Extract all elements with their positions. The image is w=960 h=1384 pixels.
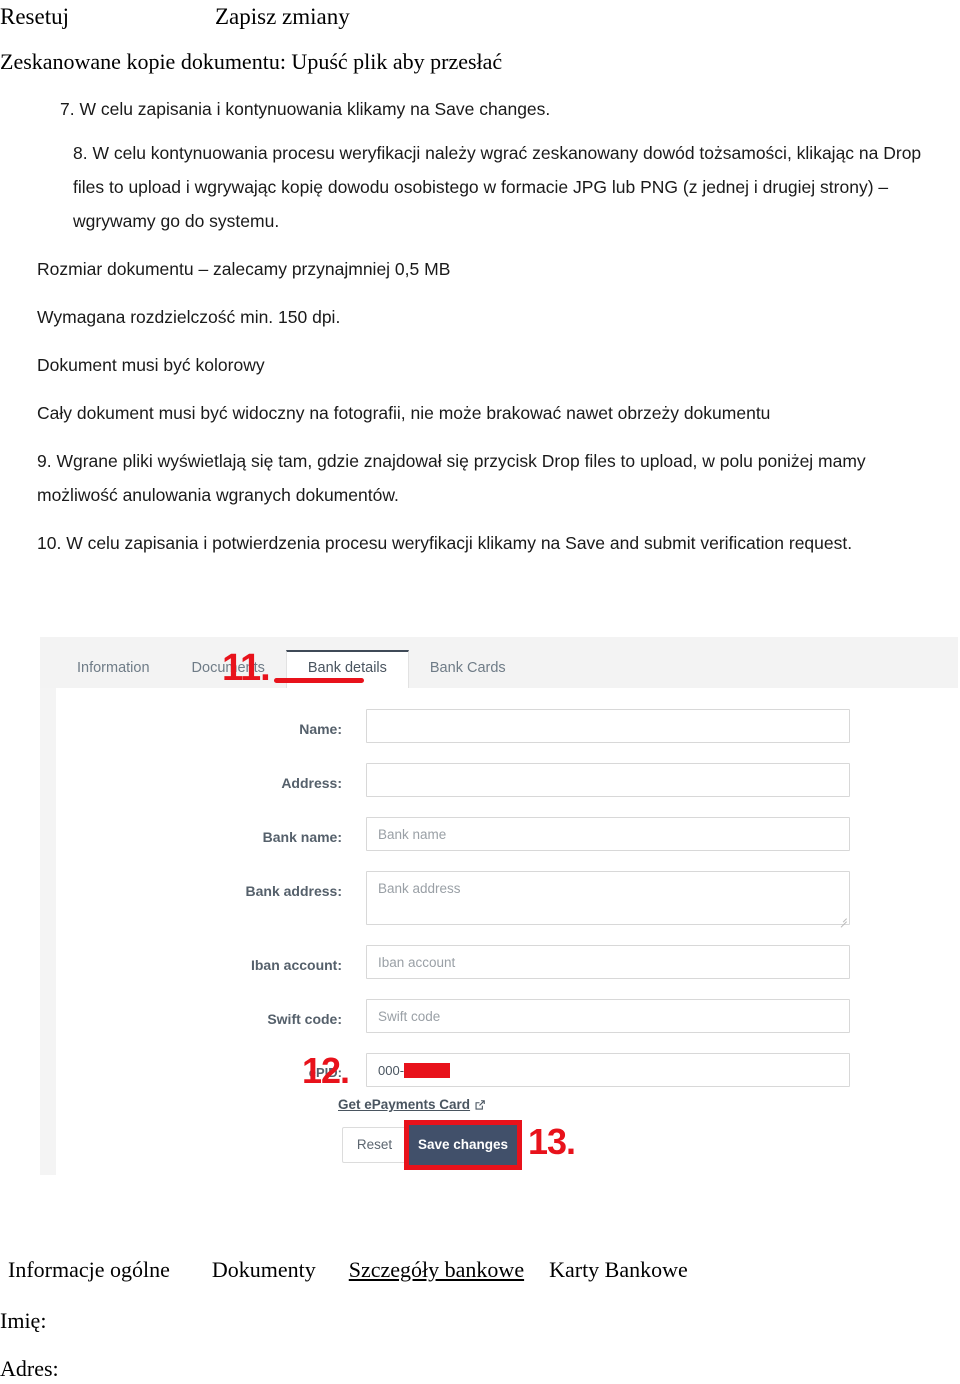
glossary-tab-documents: Dokumenty xyxy=(211,1257,316,1282)
label-address: Address: xyxy=(281,775,342,791)
label-iban-account: Iban account: xyxy=(250,957,342,973)
instruction-step-10: 10. W celu zapisania i potwierdzenia pro… xyxy=(37,533,853,553)
glossary-tab-bank-details: Szczegóły bankowe xyxy=(348,1257,525,1282)
annotation-tab-underline xyxy=(274,678,364,683)
glossary-tab-bank-cards: Karty Bankowe xyxy=(549,1257,688,1282)
instruction-step-8: 8. W celu kontynuowania procesu weryfika… xyxy=(37,136,923,238)
reset-button[interactable]: Reset xyxy=(342,1127,407,1163)
epid-value-prefix: 000- xyxy=(378,1063,405,1078)
input-swift-code[interactable]: Swift code xyxy=(366,999,850,1033)
glossary-field-address-label: Adres: xyxy=(0,1356,59,1381)
document-header: Resetuj Zapisz zmiany xyxy=(0,2,960,36)
input-name[interactable] xyxy=(366,709,850,743)
label-bank-name: Bank name: xyxy=(262,829,342,845)
label-bank-address: Bank address: xyxy=(245,883,342,899)
annotation-step-13: 13. xyxy=(528,1121,576,1162)
instruction-color-note: Dokument musi być kolorowy xyxy=(37,355,265,375)
form-row-name: Name: xyxy=(40,709,920,749)
instruction-full-document-note: Cały dokument musi być widoczny na fotog… xyxy=(37,403,771,423)
form-row-epid: ePID: 000- xyxy=(40,1053,920,1093)
glossary-field-name-label: Imię: xyxy=(0,1308,47,1333)
instruction-step-7-text: 7. W celu zapisania i kontynuowania klik… xyxy=(60,99,551,119)
instruction-step-7: 7. W celu zapisania i kontynuowania klik… xyxy=(37,92,923,126)
instruction-step-9: 9. Wgrane pliki wyświetlają się tam, gdz… xyxy=(37,451,866,505)
glossary-tab-information: Informacje ogólne xyxy=(8,1257,170,1282)
placeholder-swift-code: Swift code xyxy=(378,1009,441,1024)
scanned-copies-heading: Zeskanowane kopie dokumentu: Upuść plik … xyxy=(0,49,503,74)
instruction-list: 7. W celu zapisania i kontynuowania klik… xyxy=(37,92,923,574)
form-row-swift-code: Swift code: Swift code xyxy=(40,999,920,1039)
instruction-resolution-note: Wymagana rozdzielczość min. 150 dpi. xyxy=(37,307,341,327)
placeholder-bank-address: Bank address xyxy=(378,881,461,896)
annotation-step-12: 12. xyxy=(302,1050,350,1091)
annotation-step-11: 11. xyxy=(222,647,271,689)
bank-details-form: Name: Address: Bank name: Bank name Bank… xyxy=(40,637,958,1175)
form-row-bank-name: Bank name: Bank name xyxy=(40,817,920,857)
header-reset-label: Resetuj xyxy=(0,4,69,29)
save-changes-button[interactable]: Save changes xyxy=(409,1125,517,1165)
label-swift-code: Swift code: xyxy=(267,1011,342,1027)
input-epid[interactable]: 000- xyxy=(366,1053,850,1087)
external-link-icon xyxy=(475,1100,485,1110)
placeholder-bank-name: Bank name xyxy=(378,827,447,842)
bottom-glossary-tabs: Informacje ogólne Dokumenty Szczegóły bank… xyxy=(0,1255,960,1287)
instruction-step-8-text: 8. W celu kontynuowania procesu weryfika… xyxy=(73,143,922,231)
form-row-address: Address: xyxy=(40,763,920,803)
form-row-iban-account: Iban account: Iban account xyxy=(40,945,920,985)
input-bank-name[interactable]: Bank name xyxy=(366,817,850,851)
epid-redaction-bar xyxy=(404,1063,451,1078)
textarea-bank-address[interactable]: Bank address xyxy=(366,871,850,928)
placeholder-iban-account: Iban account xyxy=(378,955,456,970)
form-row-bank-address: Bank address: Bank address xyxy=(40,871,920,928)
get-epayments-card-link[interactable]: Get ePayments Card xyxy=(338,1096,486,1114)
label-name: Name: xyxy=(299,721,342,737)
instruction-size-note: Rozmiar dokumentu – zalecamy przynajmnie… xyxy=(37,259,451,279)
input-address[interactable] xyxy=(366,763,850,797)
header-save-label: Zapisz zmiany xyxy=(215,4,350,29)
input-iban-account[interactable]: Iban account xyxy=(366,945,850,979)
resize-handle-icon[interactable] xyxy=(838,913,848,928)
get-epayments-card-label: Get ePayments Card xyxy=(338,1097,471,1112)
epid-value: 000- xyxy=(378,1063,451,1079)
